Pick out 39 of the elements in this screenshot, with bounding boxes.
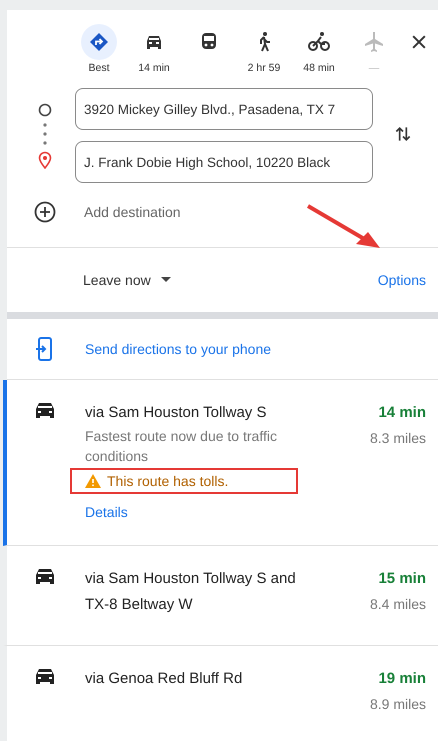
origin-circle-icon: [38, 102, 52, 116]
best-mode-tab[interactable]: [81, 24, 117, 60]
mode-duration: 48 min: [303, 62, 335, 74]
bicycle-icon: [307, 30, 331, 54]
route-distance: 8.3 miles: [370, 429, 426, 448]
route-duration: 14 min: [378, 403, 426, 423]
mode-duration: —: [368, 62, 380, 74]
route-distance: 8.9 miles: [370, 695, 426, 714]
leave-now-dropdown[interactable]: Leave now: [83, 272, 171, 288]
mode-duration: 14 min: [138, 62, 170, 74]
car-icon: [34, 401, 56, 419]
route-description: Fastest route now due to traffic conditions: [85, 427, 278, 466]
location-pin-icon: [38, 150, 52, 168]
route-duration: 15 min: [378, 569, 426, 589]
airplane-icon: [362, 30, 386, 54]
route-name: via Genoa Red Bluff Rd: [85, 669, 244, 689]
car-icon: [34, 567, 56, 585]
dotted-line-icon: [43, 120, 47, 146]
destination-field[interactable]: J. Frank Dobie High School, 10220 Black: [75, 141, 373, 183]
route-option[interactable]: via Genoa Red Bluff Rd 19 min 8.9 miles: [3, 646, 438, 741]
route-distance: 8.4 miles: [370, 595, 426, 614]
send-to-phone-link[interactable]: Send directions to your phone: [85, 341, 272, 357]
toll-warning: This route has tolls.: [107, 473, 228, 489]
mode-duration: 2 hr 59: [248, 62, 280, 74]
route-duration: 19 min: [378, 669, 426, 689]
phone-send-icon: [35, 337, 53, 361]
caret-icon: [160, 277, 171, 283]
mode-duration: Best: [88, 62, 110, 74]
route-option[interactable]: via Sam Houston Tollway S Fastest route now due to traffic conditions This route has tolls. Details 14 min 8.3 miles: [3, 380, 438, 546]
route-option[interactable]: via Sam Houston Tollway S and TX-8 Beltway W 15 min 8.4 miles: [3, 546, 438, 646]
route-name: via Sam Houston Tollway S and TX-8 Beltway W: [85, 569, 297, 615]
add-icon[interactable]: [34, 201, 56, 223]
add-destination-button[interactable]: Add destination: [84, 204, 181, 220]
options-link[interactable]: Options: [378, 272, 426, 288]
details-link[interactable]: Details: [85, 504, 370, 520]
warning-icon: [85, 474, 101, 488]
route-name: via Sam Houston Tollway S: [85, 403, 268, 423]
origin-field[interactable]: 3920 Mickey Gilley Blvd., Pasadena, TX 7: [75, 88, 373, 130]
car-icon: [34, 667, 56, 685]
